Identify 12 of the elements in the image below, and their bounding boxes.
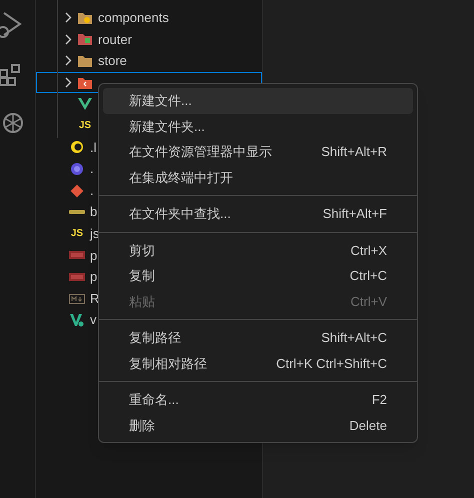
file-name: .l	[90, 138, 96, 157]
file-name: R	[90, 290, 100, 308]
file-name: .	[90, 160, 94, 178]
folder-name: components	[98, 9, 169, 28]
file-name: b	[90, 203, 98, 222]
file-name: v	[90, 311, 96, 330]
js-icon: JS	[70, 228, 84, 239]
file-name: .	[90, 182, 94, 200]
folder-name: store	[98, 52, 127, 70]
file-name: p	[90, 268, 98, 286]
folder-name: router	[98, 30, 132, 49]
file-name: p	[90, 246, 98, 265]
